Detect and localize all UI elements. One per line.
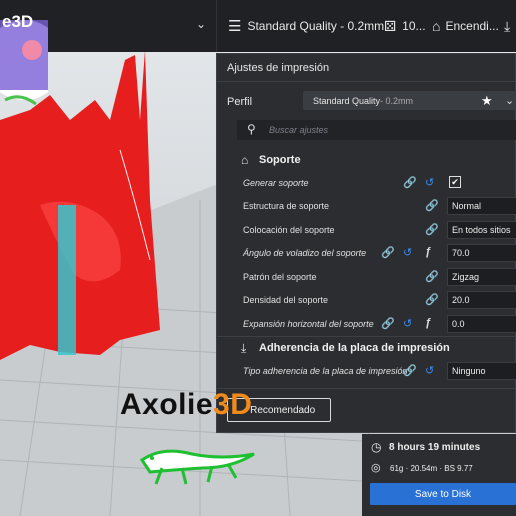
setting-row-support-density: Densidad del soporte 🔗 20.0	[243, 291, 516, 311]
support-placement-select[interactable]: En todos sitios	[447, 221, 516, 239]
function-icon[interactable]: ƒ	[425, 317, 431, 329]
infill-label: 10...	[402, 19, 426, 33]
setting-row-support-pattern: Patrón del soporte 🔗 Zigzag	[243, 268, 516, 288]
link-icon[interactable]: 🔗	[403, 176, 417, 189]
material-icon: ◎	[371, 462, 381, 474]
setting-label: Tipo adherencia de la placa de impresión	[243, 366, 408, 376]
divider	[217, 336, 516, 337]
reset-icon[interactable]: ↺	[425, 364, 434, 377]
support-label: Encendi...	[445, 19, 499, 33]
top-toolbar: ⌄ ☰ Standard Quality - 0.2mm ⚄ 10... ⌂ E…	[0, 0, 516, 52]
divider	[217, 388, 516, 389]
function-icon[interactable]: ƒ	[425, 246, 431, 258]
recommended-label: Recomendado	[250, 404, 316, 416]
link-icon[interactable]: 🔗	[425, 293, 439, 306]
brand-prefix: Axolie	[120, 388, 214, 421]
support-section-title: Soporte	[259, 154, 301, 166]
setting-label: Ángulo de voladizo del soporte	[243, 248, 367, 258]
reset-icon[interactable]: ↺	[403, 317, 412, 330]
setting-row-adhesion-type: Tipo adherencia de la placa de impresión…	[243, 362, 516, 382]
setting-row-generate-support: Generar soporte 🔗 ↺ ✔	[243, 174, 516, 194]
setting-row-support-structure: Estructura de soporte 🔗 Normal	[243, 197, 516, 217]
overhang-angle-input[interactable]: 70.0	[447, 244, 516, 262]
chevron-down-icon: ⌄	[196, 17, 207, 31]
settings-sliders-icon: ☰	[228, 18, 242, 35]
brand-suffix: 3D	[213, 388, 253, 421]
setting-label: Densidad del soporte	[243, 295, 329, 305]
chevron-down-icon: ⌄	[505, 95, 515, 107]
adhesion-section-title: Adherencia de la placa de impresión	[259, 342, 450, 354]
link-icon[interactable]: 🔗	[381, 246, 395, 259]
adhesion-section-icon: ⤓	[241, 341, 247, 355]
setting-label: Patrón del soporte	[243, 272, 317, 282]
reset-icon[interactable]: ↺	[425, 176, 434, 189]
save-to-disk-button[interactable]: Save to Disk	[370, 483, 516, 505]
material-usage: 61g · 20.54m · BS 9.77	[390, 464, 473, 473]
setting-label: Generar soporte	[243, 178, 309, 188]
support-section-icon: ⌂	[241, 153, 249, 167]
setting-row-horizontal-expansion: Expansión horizontal del soporte 🔗 ↺ ƒ 0…	[243, 315, 516, 335]
corner-logo-text: e3D	[2, 12, 34, 31]
link-icon[interactable]: 🔗	[425, 223, 439, 236]
brand-watermark: Axolie3D	[120, 388, 252, 422]
reset-icon[interactable]: ↺	[403, 246, 412, 259]
search-placeholder: Buscar ajustes	[269, 125, 329, 135]
generate-support-checkbox[interactable]: ✔	[449, 176, 461, 188]
support-density-input[interactable]: 20.0	[447, 291, 516, 309]
search-input[interactable]: ⚲ Buscar ajustes	[237, 120, 516, 140]
adhesion-icon[interactable]: ⤓	[504, 0, 510, 52]
link-icon[interactable]: 🔗	[425, 199, 439, 212]
print-time: 8 hours 19 minutes	[389, 442, 481, 453]
profile-value: Standard Quality	[313, 95, 381, 106]
adhesion-type-select[interactable]: Ninguno	[447, 362, 516, 380]
profile-label: Perfil	[227, 96, 253, 108]
support-icon: ⌂	[432, 18, 441, 34]
quality-selector[interactable]: ☰ Standard Quality - 0.2mm	[228, 0, 384, 52]
panel-title: Ajustes de impresión	[227, 62, 330, 74]
star-icon[interactable]: ★	[481, 93, 493, 109]
infill-icon: ⚄	[384, 17, 397, 34]
infill-selector[interactable]: ⚄ 10...	[384, 0, 426, 52]
print-settings-panel: Ajustes de impresión Perfil Standard Qua…	[216, 53, 516, 433]
setting-label: Expansión horizontal del soporte	[243, 319, 374, 329]
horizontal-expansion-input[interactable]: 0.0	[447, 315, 516, 333]
support-pillar	[58, 205, 76, 355]
support-structure-select[interactable]: Normal	[447, 197, 516, 215]
divider	[217, 81, 516, 82]
support-pattern-select[interactable]: Zigzag	[447, 268, 516, 286]
setting-label: Colocación del soporte	[243, 225, 335, 235]
setting-row-support-placement: Colocación del soporte 🔗 En todos sitios	[243, 221, 516, 241]
link-icon[interactable]: 🔗	[425, 270, 439, 283]
search-icon: ⚲	[247, 122, 256, 136]
link-icon[interactable]: 🔗	[381, 317, 395, 330]
support-selector[interactable]: ⌂ Encendi...	[432, 0, 499, 52]
link-icon[interactable]: 🔗	[403, 364, 417, 377]
clock-icon: ◷	[371, 440, 382, 454]
3d-viewport[interactable]: ⌄ ☰ Standard Quality - 0.2mm ⚄ 10... ⌂ E…	[0, 0, 516, 516]
quality-label: Standard Quality - 0.2mm	[247, 19, 385, 33]
setting-label: Estructura de soporte	[243, 201, 330, 211]
profile-sub: - 0.2mm	[380, 95, 414, 106]
axolotl-logo	[139, 449, 255, 485]
setting-row-overhang-angle: Ángulo de voladizo del soporte 🔗 ↺ ƒ 70.…	[243, 244, 516, 264]
